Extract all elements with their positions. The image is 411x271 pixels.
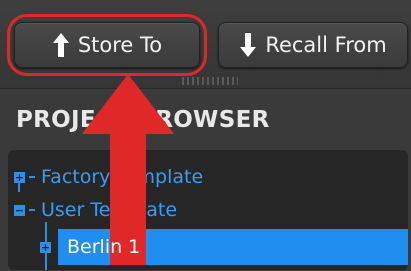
tree-item-label: Berlin 1 [67,236,141,258]
tree-item-label: User Template [41,199,178,221]
arrow-down-icon [240,33,257,57]
tree-connector [29,209,35,211]
recall-from-label: Recall From [265,33,387,57]
tree-connector [29,176,35,178]
tree-item-factory-template[interactable]: + Factory Template [14,160,203,194]
minus-box-icon[interactable]: − [14,204,25,216]
app-window: Store To Recall From PROJECT BROWSER + F… [0,0,411,271]
toolbar: Store To Recall From [0,0,411,88]
plus-box-icon[interactable]: + [40,241,51,253]
tree-item-berlin-1[interactable]: + Berlin 1 [40,229,408,265]
resize-grip[interactable] [182,77,238,85]
panel-title: PROJECT BROWSER [16,107,270,133]
tree-item-user-template[interactable]: − User Template [14,193,177,227]
recall-from-button[interactable]: Recall From [218,22,408,68]
store-to-button[interactable]: Store To [14,22,200,68]
store-to-label: Store To [77,33,163,57]
tree-item-label: Factory Template [41,166,204,188]
arrow-up-icon [52,33,69,57]
plus-box-icon[interactable]: + [14,171,25,183]
